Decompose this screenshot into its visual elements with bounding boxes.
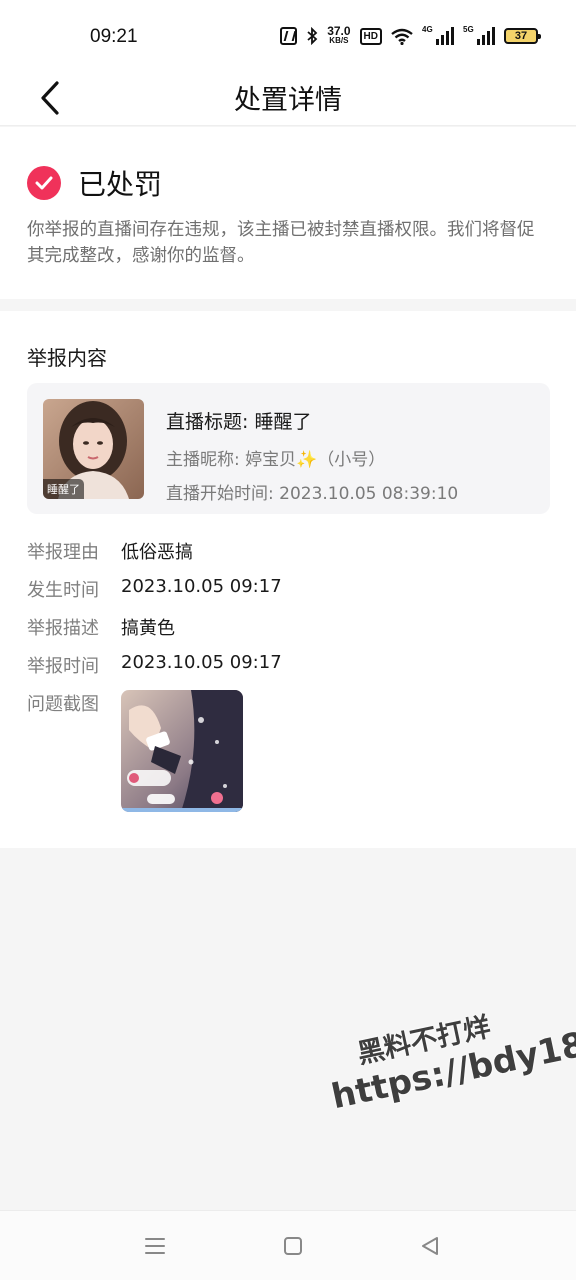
info-row-reason: 举报理由 低俗恶搞 — [27, 538, 193, 564]
room-start-time: 直播开始时间: 2023.10.05 08:39:10 — [166, 484, 459, 504]
room-thumbnail: 睡醒了 — [43, 399, 144, 499]
info-label: 举报时间 — [27, 656, 99, 677]
net-speed: 37.0 KB/S — [327, 24, 351, 46]
battery-level: 37 — [514, 30, 528, 42]
bluetooth-icon — [307, 27, 318, 45]
back-triangle-icon — [422, 1237, 438, 1255]
system-back-button[interactable] — [418, 1235, 442, 1257]
info-value: 2023.10.05 09:17 — [121, 652, 282, 673]
hd-badge: HD — [359, 27, 382, 45]
home-icon — [284, 1237, 302, 1255]
status-time: 09:21 — [90, 26, 138, 47]
thumb-tag: 睡醒了 — [43, 479, 84, 499]
room-host: 主播昵称: 婷宝贝✨（小号） — [166, 450, 386, 470]
info-row-screenshot: 问题截图 — [27, 690, 121, 716]
signal-icon-2: 5G — [463, 25, 495, 45]
watermark: 黑料不打烊 https://bdy18.co — [320, 975, 576, 1118]
info-value: 低俗恶搞 — [121, 542, 193, 563]
info-value: 搞黄色 — [121, 618, 175, 639]
check-circle-icon — [27, 166, 61, 200]
status-bar: 09:21 37.0 KB/S HD 4G 5G 37 — [0, 0, 576, 70]
sim1-label: 4G — [422, 25, 433, 34]
section-title: 举报内容 — [27, 346, 107, 370]
info-row-report-time: 举报时间 2023.10.05 09:17 — [27, 652, 282, 678]
result-section: 已处罚 你举报的直播间存在违规，该主播已被封禁直播权限。我们将督促其完成整改，感… — [0, 127, 576, 299]
problem-screenshot[interactable] — [121, 690, 243, 812]
info-label: 举报理由 — [27, 542, 99, 563]
page-title: 处置详情 — [234, 85, 342, 116]
system-nav-bar — [0, 1210, 576, 1280]
wifi-icon — [391, 28, 413, 45]
info-label: 问题截图 — [27, 694, 99, 715]
room-title: 直播标题: 睡醒了 — [166, 411, 312, 433]
nfc-icon — [280, 27, 298, 45]
info-label: 举报描述 — [27, 618, 99, 639]
net-speed-value: 37.0 — [327, 24, 351, 38]
menu-icon — [145, 1238, 165, 1254]
status-icons: 37.0 KB/S HD 4G 5G 37 — [280, 24, 541, 48]
report-section: 举报内容 睡醒了 直播标题: 睡醒了 主播昵称: 婷宝贝✨（小号） 直播开始时间… — [0, 311, 576, 848]
sim2-label: 5G — [463, 25, 474, 34]
info-row-occur-time: 发生时间 2023.10.05 09:17 — [27, 576, 282, 602]
signal-icon: 4G — [422, 25, 454, 45]
info-row-description: 举报描述 搞黄色 — [27, 614, 175, 640]
live-room-card[interactable]: 睡醒了 直播标题: 睡醒了 主播昵称: 婷宝贝✨（小号） 直播开始时间: 202… — [27, 383, 550, 514]
result-status: 已处罚 — [78, 168, 163, 201]
info-label: 发生时间 — [27, 580, 99, 601]
home-button[interactable] — [281, 1235, 305, 1257]
menu-button[interactable] — [143, 1235, 167, 1257]
net-speed-unit: KB/S — [329, 36, 349, 45]
result-description: 你举报的直播间存在违规，该主播已被封禁直播权限。我们将督促其完成整改，感谢你的监… — [27, 220, 535, 266]
info-value: 2023.10.05 09:17 — [121, 576, 282, 597]
top-nav-bar: 处置详情 — [0, 70, 576, 126]
battery-icon: 37 — [504, 28, 541, 44]
